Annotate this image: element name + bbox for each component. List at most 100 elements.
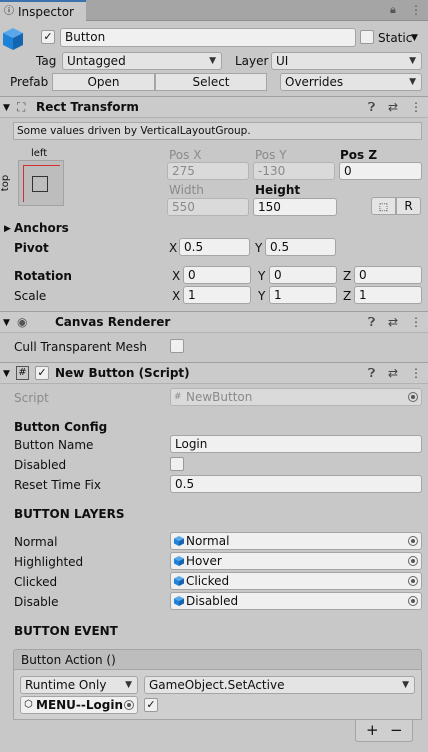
setactive-value-checkbox[interactable]: ✓ [144, 698, 158, 712]
script-label: Script [14, 391, 49, 405]
layer-field-normal[interactable]: Normal [170, 532, 422, 550]
button-name-label: Button Name [14, 438, 94, 452]
tag-dropdown[interactable]: Untagged ▼ [62, 52, 222, 70]
runtime-dropdown[interactable]: Runtime Only ▼ [20, 676, 138, 694]
anchor-presets-button[interactable] [18, 160, 64, 206]
add-event-button[interactable]: + [366, 723, 379, 738]
help-icon[interactable]: ❓︎ [368, 366, 375, 381]
static-dropdown-icon[interactable]: ▼ [411, 31, 418, 45]
layer-value-disable: Disabled [186, 594, 239, 608]
tab-inspector[interactable]: ⓘ Inspector [0, 0, 86, 22]
component-menu-icon[interactable]: ⋮ [410, 100, 422, 114]
prefab-label: Prefab [10, 75, 49, 89]
prefab-open-button[interactable]: Open [52, 73, 155, 91]
pivot-x-field[interactable]: 0.5 [179, 238, 250, 256]
anchor-v-label: top [0, 174, 12, 192]
component-title: Canvas Renderer [55, 315, 171, 329]
disabled-checkbox[interactable] [170, 457, 184, 471]
prefab-box-icon: ⬡ [24, 699, 33, 710]
tag-value: Untagged [67, 54, 126, 68]
posx-field: 275 [167, 162, 249, 180]
cull-checkbox[interactable] [170, 339, 184, 353]
height-field[interactable]: 150 [253, 198, 337, 216]
function-dropdown[interactable]: GameObject.SetActive ▼ [144, 676, 415, 694]
script-hash-icon: # [16, 366, 29, 380]
scale-y-label: Y [258, 289, 266, 303]
event-footer [355, 720, 413, 742]
layer-label-normal: Normal [14, 535, 58, 549]
gameobject-cube-icon [174, 556, 184, 566]
rect-transform-header[interactable]: ▼ ⛶ Rect Transform ❓︎ ⇄ ⋮ [0, 96, 428, 118]
pivot-y-field[interactable]: 0.5 [265, 238, 336, 256]
remove-event-button[interactable]: − [390, 723, 403, 738]
posz-label: Pos Z [340, 148, 378, 162]
scale-z-label: Z [343, 289, 352, 303]
component-title: New Button (Script) [55, 366, 190, 380]
help-icon[interactable]: ❓︎ [368, 315, 375, 330]
layer-value-normal: Normal [186, 534, 230, 548]
object-picker-icon[interactable] [408, 536, 418, 546]
scale-y-field[interactable]: 1 [269, 286, 337, 304]
layer-field-clicked[interactable]: Clicked [170, 572, 422, 590]
static-checkbox[interactable] [360, 30, 374, 44]
active-checkbox[interactable]: ✓ [41, 30, 55, 44]
component-menu-icon[interactable]: ⋮ [410, 315, 422, 329]
raw-edit-button[interactable]: R [396, 197, 421, 215]
anchors-label[interactable]: Anchors [14, 221, 69, 235]
anchors-foldout-icon[interactable]: ▶ [4, 222, 11, 236]
rot-y-label: Y [258, 269, 266, 283]
layer-field-highlighted[interactable]: Hover [170, 552, 422, 570]
blueprint-mode-button[interactable]: ⬚ [371, 197, 396, 215]
chevron-down-icon: ▼ [409, 56, 416, 66]
rot-x-field[interactable]: 0 [183, 266, 251, 284]
preset-icon[interactable]: ⇄ [388, 366, 398, 380]
rot-z-label: Z [343, 269, 352, 283]
lock-icon[interactable]: 🔒︎ [390, 3, 396, 17]
pivot-x-label: X [169, 241, 178, 255]
script-enabled-checkbox[interactable]: ✓ [35, 366, 49, 380]
scale-z-field[interactable]: 1 [354, 286, 422, 304]
layer-dropdown[interactable]: UI ▼ [271, 52, 422, 70]
foldout-arrow-icon: ▼ [3, 369, 10, 379]
menu-kebab-icon[interactable]: ⋮ [410, 3, 422, 17]
width-label: Width [169, 183, 204, 197]
rot-y-field[interactable]: 0 [269, 266, 337, 284]
reset-time-label: Reset Time Fix [14, 478, 101, 492]
scale-x-field[interactable]: 1 [183, 286, 251, 304]
target-object-field[interactable]: ⬡ MENU--Login [20, 696, 138, 714]
static-label: Static [378, 31, 413, 45]
layer-value-clicked: Clicked [186, 574, 230, 588]
script-header[interactable]: ▼ # ✓ New Button (Script) ❓︎ ⇄ ⋮ [0, 362, 428, 384]
layers-header: BUTTON LAYERS [14, 507, 125, 521]
rect-transform-icon: ⛶ [17, 100, 26, 114]
chevron-down-icon: ▼ [402, 680, 409, 690]
button-name-field[interactable]: Login [170, 435, 422, 453]
pivot-y-label: Y [255, 241, 263, 255]
posy-field: -130 [253, 162, 335, 180]
object-picker-icon[interactable] [408, 556, 418, 566]
preset-icon[interactable]: ⇄ [388, 315, 398, 329]
rot-z-field[interactable]: 0 [354, 266, 422, 284]
posz-field[interactable]: 0 [339, 162, 422, 180]
preset-icon[interactable]: ⇄ [388, 100, 398, 114]
reset-time-field[interactable]: 0.5 [170, 475, 422, 493]
object-picker-icon[interactable] [408, 576, 418, 586]
help-icon[interactable]: ❓︎ [368, 100, 375, 115]
blueprint-icon: ⬚ [378, 202, 389, 213]
prefab-select-button[interactable]: Select [155, 73, 267, 91]
config-header: Button Config [14, 420, 108, 434]
highlighted-label: Highlighted [14, 555, 84, 569]
posy-label: Pos Y [255, 148, 287, 162]
canvas-renderer-header[interactable]: ▼ ◉ Canvas Renderer ❓︎ ⇄ ⋮ [0, 311, 428, 333]
layer-field-disable[interactable]: Disabled [170, 592, 422, 610]
gameobject-cube-icon [174, 596, 184, 606]
gameobject-cube-icon [174, 576, 184, 586]
object-picker-icon[interactable] [408, 596, 418, 606]
component-menu-icon[interactable]: ⋮ [410, 366, 422, 380]
canvas-renderer-icon: ◉ [17, 315, 28, 329]
object-picker-icon[interactable] [124, 700, 134, 710]
object-name-field[interactable]: Button [60, 28, 356, 47]
layer-value: UI [276, 54, 289, 68]
overrides-dropdown[interactable]: Overrides ▼ [280, 73, 422, 91]
chevron-down-icon: ▼ [209, 56, 216, 66]
